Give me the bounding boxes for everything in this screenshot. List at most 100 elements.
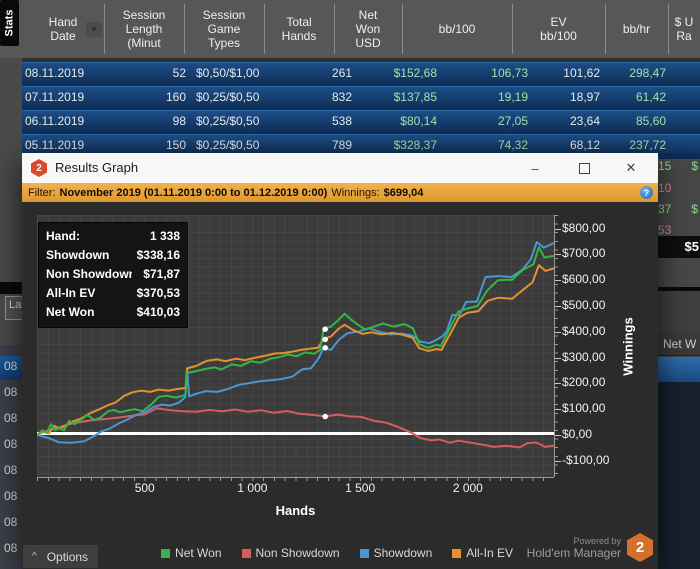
close-button[interactable]: ✕ [616,153,646,183]
y-tick-mark [555,383,561,385]
bottom-pane-row-fragment[interactable]: 08 [0,486,22,510]
column-header-total_hands[interactable]: Total Hands [264,0,334,58]
cell-total_hands: 538 [331,114,352,128]
marker-dot [322,326,329,332]
x-tick-label: 500 [134,481,155,495]
value-fragment: 53 [658,223,672,237]
legend-item-all-in-ev: All-In EV [452,546,513,560]
bottom-pane-row-fragment[interactable]: 08 [0,512,22,536]
filter-bar: Filter: November 2019 (01.11.2019 0:00 t… [22,183,658,202]
results-graph-window: 2 Results Graph – ✕ Filter: November 201… [22,153,658,569]
y-tick-label: $800,00 [562,220,606,235]
y-tick-mark [555,280,561,282]
cell-net_won: $328,37 [393,138,437,152]
filter-value: November 2019 (01.11.2019 0:00 to 01.12.… [59,186,328,199]
x-tick-label: 1 500 [345,481,376,495]
x-tick-label: 1 000 [237,481,268,495]
cell-session_length: 160 [165,90,186,104]
table-row[interactable]: 07.11.2019 160 $0,25/$0,50 832 $137,85 19,19 1… [22,86,700,110]
y-tick-mark [555,306,561,307]
filter-label: Filter: [28,186,56,199]
bottom-pane-row-fragment[interactable]: 08 [0,538,22,562]
cell-session_length: 98 [172,114,186,128]
bottom-pane-row-fragment[interactable]: 08 [0,434,22,458]
value-fragment: $ [691,202,698,216]
totals-row-fragment[interactable]: $5 [658,236,700,258]
legend-item-net-won: Net Won [161,546,222,560]
column-header-net_won[interactable]: Net Won USD [334,0,402,58]
legend-swatch-icon [241,548,251,558]
column-header-game_types[interactable]: Session Game Types [184,0,264,58]
cell-bb100: 19,19 [497,90,528,104]
legend-label: Non Showdown [255,546,340,560]
options-label: Options [46,549,89,564]
totals-value-fragment: $5 [684,239,699,254]
y-tick-mark [555,331,561,333]
y-tick-label: $400,00 [562,323,606,338]
column-header-ev_bb100[interactable]: EV bb/100 [512,0,605,58]
y-tick-label: $700,00 [562,246,606,261]
tooltip-row: Non Showdown $71,87 [39,265,187,284]
selected-row-fragment[interactable] [658,357,700,382]
cell-game_types: $0,25/$0,50 [196,90,260,104]
cell-total_hands: 261 [331,66,352,80]
occluded-row-fragment[interactable]: 10 [658,179,700,199]
tooltip-value: $410,03 [136,305,180,319]
y-tick-mark [555,254,561,256]
series-line-non-showdown [37,407,554,449]
column-header-bb100[interactable]: bb/100 [402,0,512,58]
titlebar[interactable]: 2 Results Graph – ✕ [22,153,658,184]
cell-bbhr: 298,47 [629,66,666,80]
chevron-up-icon: ^ [32,551,37,562]
y-tick-mark [555,435,561,436]
cell-bbhr: 237,72 [629,138,666,152]
x-axis-title: Hands [275,503,316,518]
bottom-pane-row-fragment[interactable]: 08 [0,408,22,432]
winnings-value: $699,04 [383,186,424,199]
help-icon[interactable]: ? [640,186,653,199]
occluded-row-fragment[interactable]: 15 $ [658,157,700,177]
tooltip-label: All-In EV [46,286,96,300]
table-row[interactable]: 08.11.2019 52 $0,50/$1,00 261 $152,68 106,73 1… [22,62,700,86]
column-header-rake[interactable]: $ U Ra [668,0,700,58]
legend-item-non-showdown: Non Showdown [241,546,340,560]
header-separator [605,4,606,54]
bottom-pane-row-fragment[interactable]: 08 [0,564,22,569]
bottom-pane-row-fragment[interactable]: 08 [0,356,22,380]
sort-arrow-icon[interactable]: ▼ [86,22,102,37]
cell-bbhr: 61,42 [635,90,666,104]
cell-total_hands: 832 [331,90,352,104]
legend-swatch-icon [359,548,369,558]
tooltip-label: Hand: [46,229,80,243]
minimize-button[interactable]: – [520,153,550,183]
column-header-bbhr[interactable]: bb/hr [605,0,668,58]
bottom-pane-row-fragment[interactable]: 08 [0,382,22,406]
options-button[interactable]: ^ Options [22,544,99,569]
tooltip-row: Showdown $338,16 [39,246,187,265]
marker-dot [322,413,329,420]
header-separator [184,4,185,54]
y-tick-mark [555,228,561,230]
maximize-button[interactable] [569,153,599,183]
y-tick-label: $300,00 [562,349,606,364]
powered-by-line1: Powered by [573,535,621,546]
cell-bb100: 27,05 [497,114,528,128]
header-separator [104,4,105,54]
legend-item-showdown: Showdown [359,546,432,560]
left-divider-band [0,282,22,294]
value-fragment: 10 [658,181,672,195]
net-won-column-header-fragment[interactable]: Net W [658,332,700,356]
column-header-session_length[interactable]: Session Length (Minut [104,0,184,58]
cell-ev_bb100: 68,12 [569,138,600,152]
stats-tab[interactable]: Stats [0,0,19,46]
header-separator [668,4,669,54]
cell-game_types: $0,25/$0,50 [196,114,260,128]
bottom-pane-row-fragment[interactable]: 08 [0,460,22,484]
value-fragment: $ [691,159,698,173]
table-row[interactable]: 06.11.2019 98 $0,25/$0,50 538 $80,14 27,05 23,… [22,110,700,134]
cell-session_length: 52 [172,66,186,80]
marker-dot [322,345,329,351]
occluded-row-fragment[interactable]: 37 $ [658,200,700,220]
cell-session_length: 150 [165,138,186,152]
y-tick-mark [555,409,561,411]
